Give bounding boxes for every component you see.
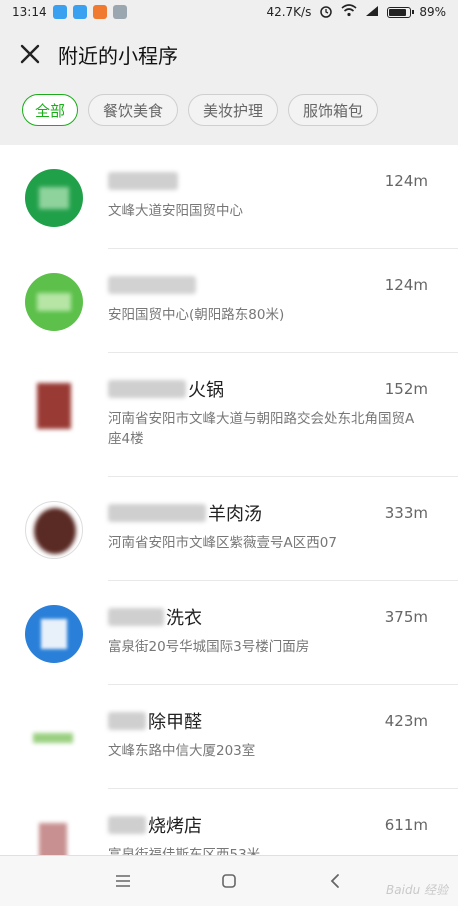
battery-icon [387, 6, 415, 18]
blurred-name [108, 608, 164, 626]
blurred-name [108, 712, 146, 730]
alarm-icon [319, 4, 333, 21]
mini-program-logo [25, 501, 83, 559]
list-item[interactable]: 火锅 152m 河南省安阳市文峰大道与朝阳路交会处东北角国贸A座4楼 [0, 353, 458, 477]
filter-chip-apparel[interactable]: 服饰箱包 [288, 94, 379, 126]
status-bar: 13:14 42.7K/s 89% [0, 0, 458, 24]
address: 富泉街20号华城国际3号楼门面房 [108, 639, 310, 655]
mini-program-logo [25, 169, 83, 227]
mini-program-name: 羊肉汤 [108, 500, 262, 526]
distance: 423m [384, 712, 428, 730]
blurred-name [108, 276, 196, 294]
blurred-name [108, 380, 186, 398]
filter-chip-beauty[interactable]: 美妆护理 [188, 94, 279, 126]
filter-chip-food[interactable]: 餐饮美食 [88, 94, 179, 126]
mini-program-name [108, 276, 198, 294]
distance: 124m [384, 276, 428, 294]
watermark: Baidu 经验 [386, 883, 448, 897]
mini-program-name [108, 172, 180, 190]
menu-icon [116, 875, 130, 887]
battery-percent: 89% [419, 5, 446, 19]
distance: 375m [384, 608, 428, 626]
page-title: 附近的小程序 [58, 43, 178, 68]
blurred-name [108, 172, 178, 190]
notification-icon [52, 5, 67, 19]
status-time: 13:14 [12, 5, 47, 19]
list-item[interactable]: 124m 文峰大道安阳国贸中心 [0, 145, 458, 249]
mini-program-name: 洗衣 [108, 604, 202, 630]
mini-program-name: 火锅 [108, 376, 224, 402]
distance: 611m [384, 816, 428, 834]
menu-button[interactable] [108, 866, 138, 896]
header: 附近的小程序 [0, 24, 458, 84]
system-nav-bar: Baidu 经验 [0, 855, 458, 906]
mini-program-logo [25, 709, 83, 767]
distance: 124m [384, 172, 428, 190]
address: 富泉街福佳斯东区西53米 [108, 847, 261, 855]
address: 河南省安阳市文峰区紫薇壹号A区西07 [108, 535, 337, 551]
mini-program-logo [25, 813, 83, 855]
list-item[interactable]: 除甲醛 423m 文峰东路中信大厦203室 [0, 685, 458, 789]
signal-icon [365, 5, 379, 20]
distance: 152m [384, 380, 428, 398]
mini-program-name: 烧烤店 [108, 812, 202, 838]
close-button[interactable] [16, 40, 44, 68]
mini-program-name: 除甲醛 [108, 708, 202, 734]
mini-program-logo [25, 377, 83, 435]
list-item[interactable]: 洗衣 375m 富泉街20号华城国际3号楼门面房 [0, 581, 458, 685]
home-button[interactable] [214, 866, 244, 896]
message-icon [112, 5, 127, 19]
distance: 333m [384, 504, 428, 522]
list-item[interactable]: 羊肉汤 333m 河南省安阳市文峰区紫薇壹号A区西07 [0, 477, 458, 581]
app-notification-icon [92, 5, 107, 19]
blurred-name [108, 816, 146, 834]
back-button[interactable] [320, 866, 350, 896]
mini-program-logo [25, 605, 83, 663]
filter-chip-all[interactable]: 全部 [22, 94, 79, 126]
mini-program-list: 124m 文峰大道安阳国贸中心 124m 安阳国贸中心(朝阳路东80米) 火锅 … [0, 145, 458, 855]
list-item[interactable]: 124m 安阳国贸中心(朝阳路东80米) [0, 249, 458, 353]
back-icon [330, 874, 339, 888]
wifi-icon [341, 4, 357, 20]
address: 文峰东路中信大厦203室 [108, 743, 256, 759]
close-icon [20, 44, 40, 64]
network-speed: 42.7K/s [266, 5, 312, 19]
cloud-icon [72, 5, 87, 19]
mini-program-logo [25, 273, 83, 331]
address: 河南省安阳市文峰大道与朝阳路交会处东北角国贸A座4楼 [108, 411, 415, 447]
filter-chips: 全部 餐饮美食 美妆护理 服饰箱包 [0, 94, 458, 130]
list-item[interactable]: 烧烤店 611m 富泉街福佳斯东区西53米 [0, 789, 458, 855]
address: 安阳国贸中心(朝阳路东80米) [108, 307, 285, 323]
blurred-name [108, 504, 206, 522]
home-icon [222, 874, 236, 888]
address: 文峰大道安阳国贸中心 [108, 203, 243, 219]
